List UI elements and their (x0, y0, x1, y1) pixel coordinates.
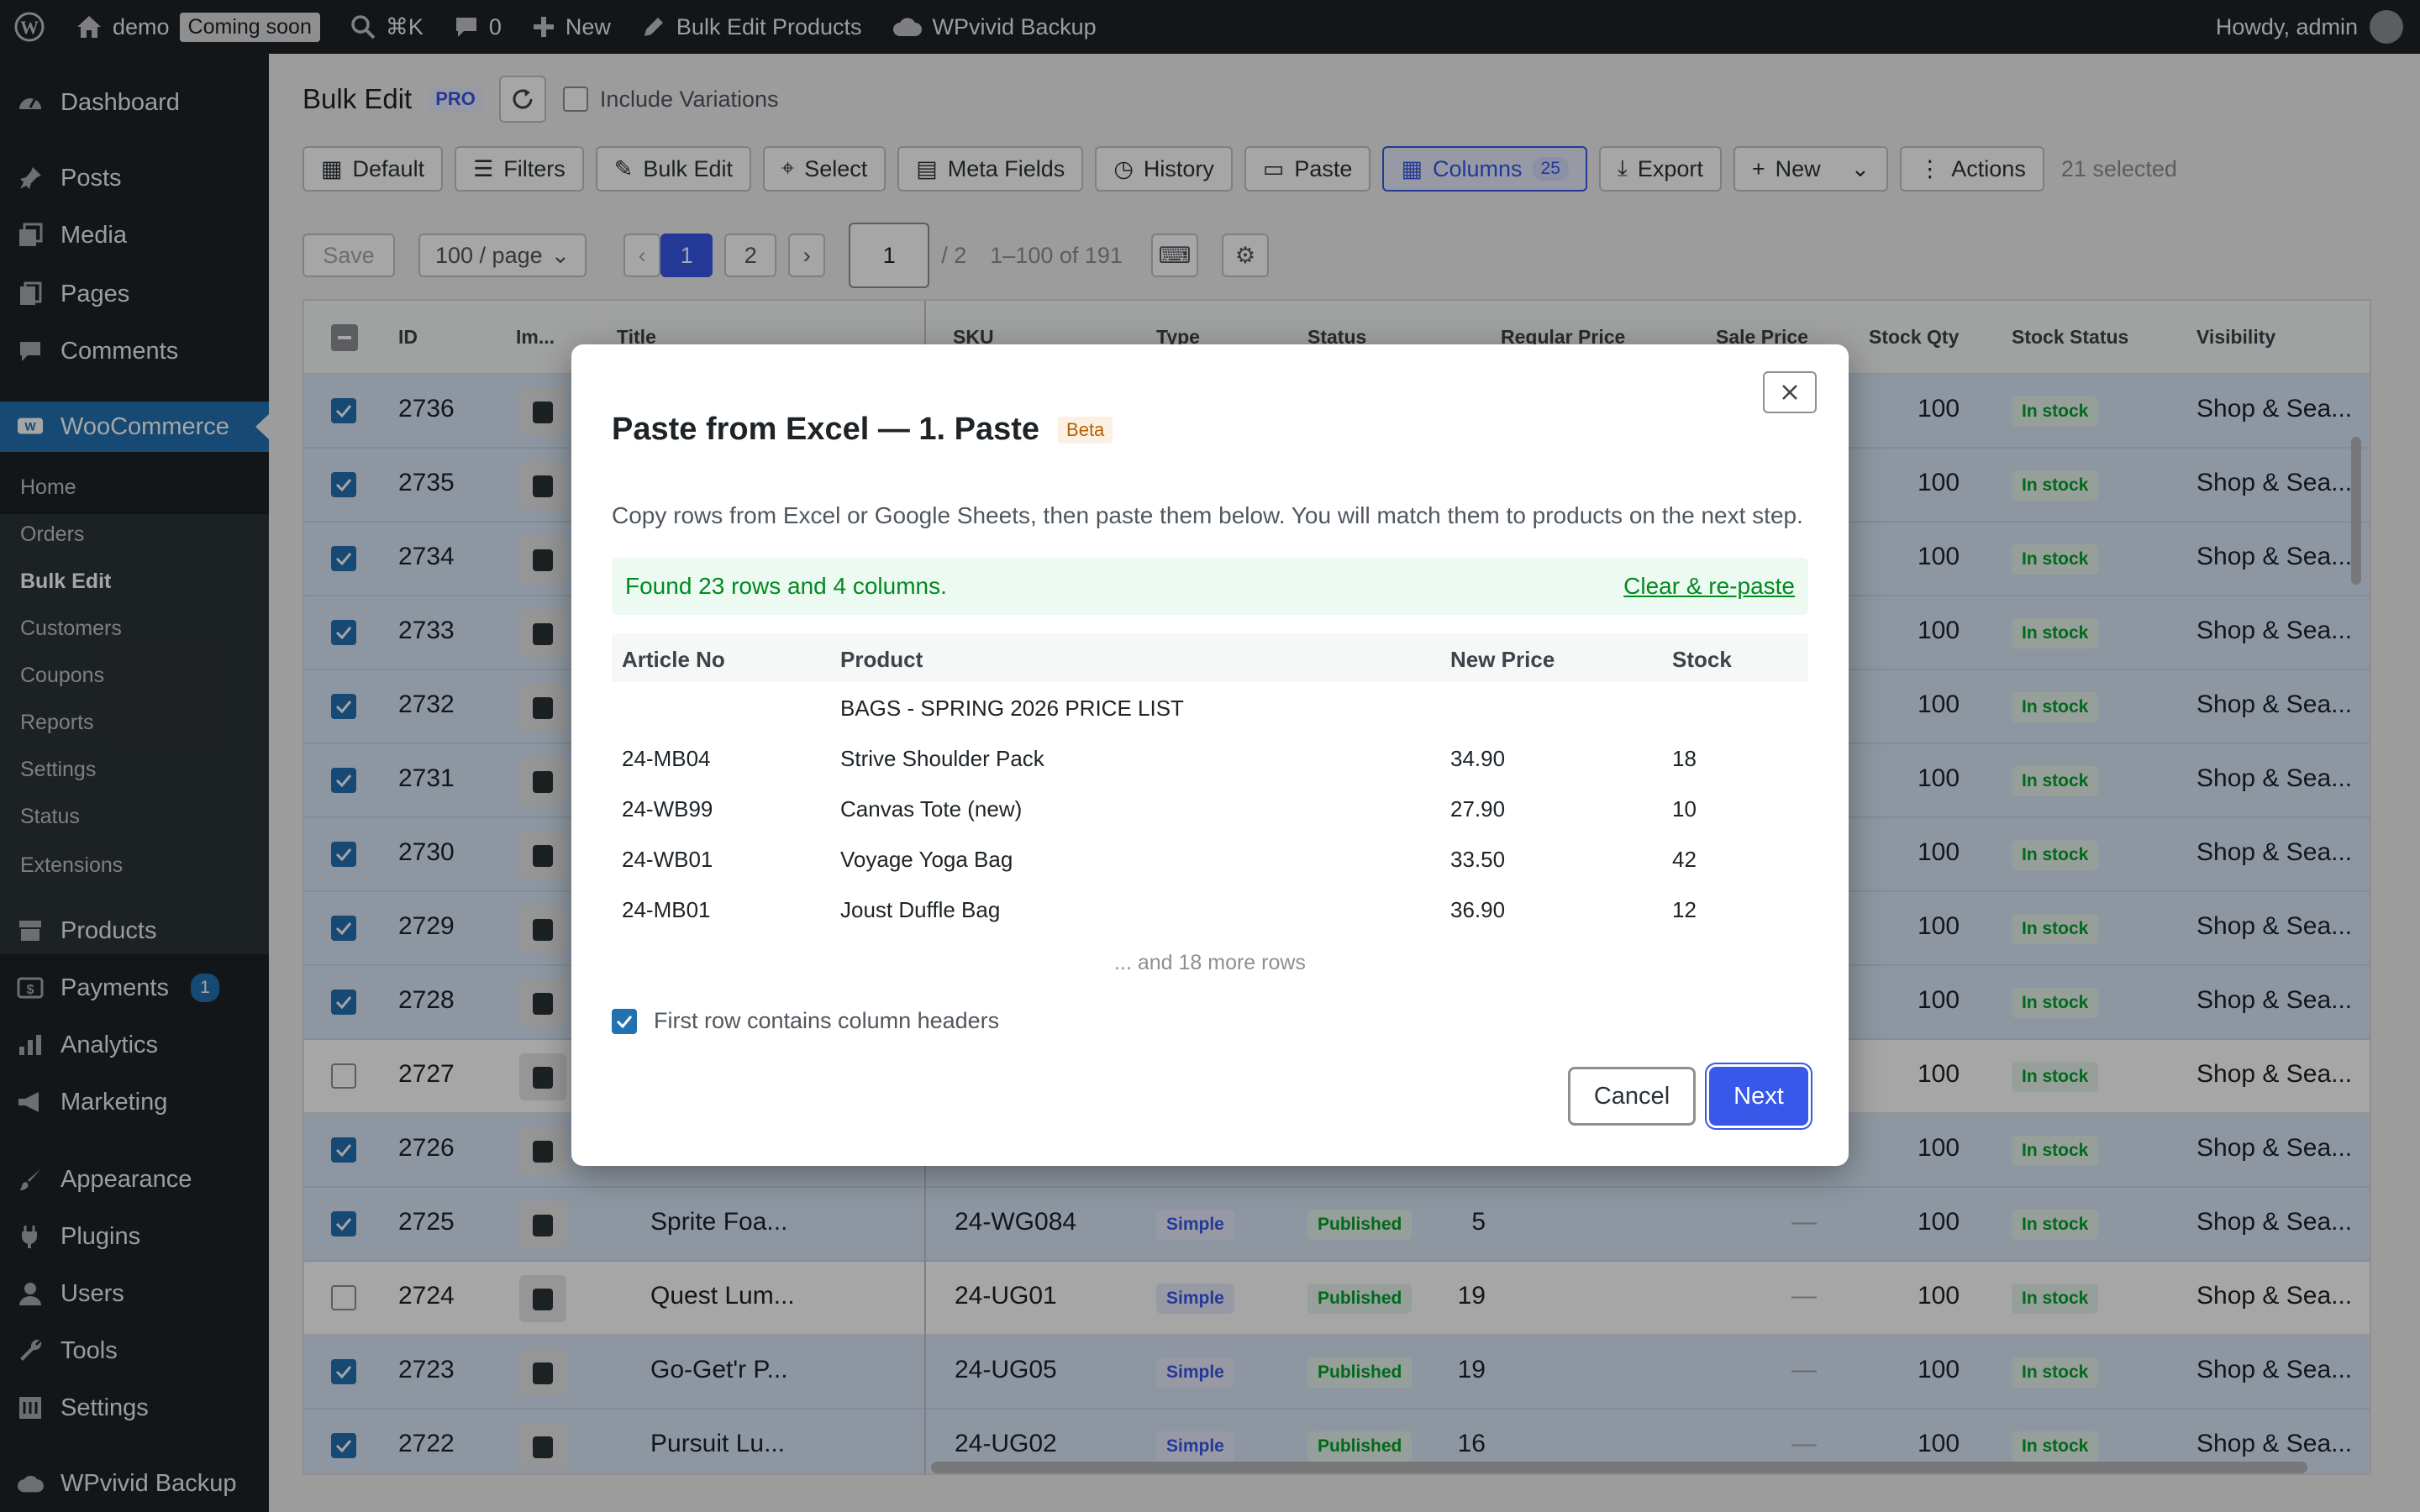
preview-header-stock: Stock (1672, 647, 1732, 672)
preview-cell: BAGS - SPRING 2026 PRICE LIST (840, 696, 1184, 721)
paste-from-excel-dialog: Paste from Excel — 1. Paste Beta Copy ro… (571, 344, 1849, 1166)
preview-cell: 34.90 (1450, 746, 1506, 771)
dialog-title-text: Paste from Excel — 1. Paste (612, 412, 1040, 447)
cancel-button[interactable]: Cancel (1568, 1067, 1696, 1126)
checkmark-icon (616, 1015, 633, 1028)
dialog-description: Copy rows from Excel or Google Sheets, t… (612, 502, 1803, 528)
preview-row: 24-MB01 Joust Duffle Bag 36.90 12 (612, 884, 1808, 934)
preview-cell: 24-MB01 (622, 897, 711, 922)
preview-cell: 12 (1672, 897, 1697, 922)
preview-cell: 24-WB01 (622, 847, 713, 872)
preview-cell: Voyage Yoga Bag (840, 847, 1013, 872)
paste-result-banner: Found 23 rows and 4 columns. Clear & re-… (612, 558, 1808, 615)
preview-cell: 36.90 (1450, 897, 1506, 922)
first-row-headers-toggle[interactable]: First row contains column headers (612, 1008, 999, 1034)
first-row-headers-checkbox[interactable] (612, 1008, 637, 1034)
preview-row: 24-WB99 Canvas Tote (new) 27.90 10 (612, 783, 1808, 833)
more-rows-text: ... and 18 more rows (1114, 951, 1306, 974)
preview-cell: 24-MB04 (622, 746, 711, 771)
preview-cell: 24-WB99 (622, 796, 713, 822)
dialog-title: Paste from Excel — 1. Paste Beta (612, 412, 1113, 448)
preview-cell: 42 (1672, 847, 1697, 872)
preview-cell: 10 (1672, 796, 1697, 822)
beta-badge: Beta (1058, 416, 1113, 444)
preview-cell: 33.50 (1450, 847, 1506, 872)
preview-row: BAGS - SPRING 2026 PRICE LIST (612, 682, 1808, 732)
found-rows-text: Found 23 rows and 4 columns. (625, 573, 947, 599)
clear-repaste-link[interactable]: Clear & re-paste (1623, 573, 1795, 600)
first-row-headers-label: First row contains column headers (654, 1008, 1000, 1033)
paste-preview-table: Article No Product New Price Stock BAGS … (612, 633, 1808, 934)
preview-row: 24-MB04 Strive Shoulder Pack 34.90 18 (612, 732, 1808, 783)
preview-header: Article No Product New Price Stock (612, 633, 1808, 682)
next-button[interactable]: Next (1709, 1067, 1808, 1126)
preview-row: 24-WB01 Voyage Yoga Bag 33.50 42 (612, 833, 1808, 884)
preview-body: BAGS - SPRING 2026 PRICE LIST 24-MB04 Stri… (612, 682, 1808, 934)
preview-cell: Strive Shoulder Pack (840, 746, 1044, 771)
preview-cell: 27.90 (1450, 796, 1506, 822)
close-button[interactable] (1763, 371, 1817, 413)
preview-header-new-price: New Price (1450, 647, 1555, 672)
preview-cell: 18 (1672, 746, 1697, 771)
preview-cell: Joust Duffle Bag (840, 897, 1001, 922)
preview-header-article-no: Article No (622, 647, 725, 672)
preview-cell: Canvas Tote (new) (840, 796, 1023, 822)
preview-header-product: Product (840, 647, 923, 672)
close-icon (1782, 385, 1797, 400)
